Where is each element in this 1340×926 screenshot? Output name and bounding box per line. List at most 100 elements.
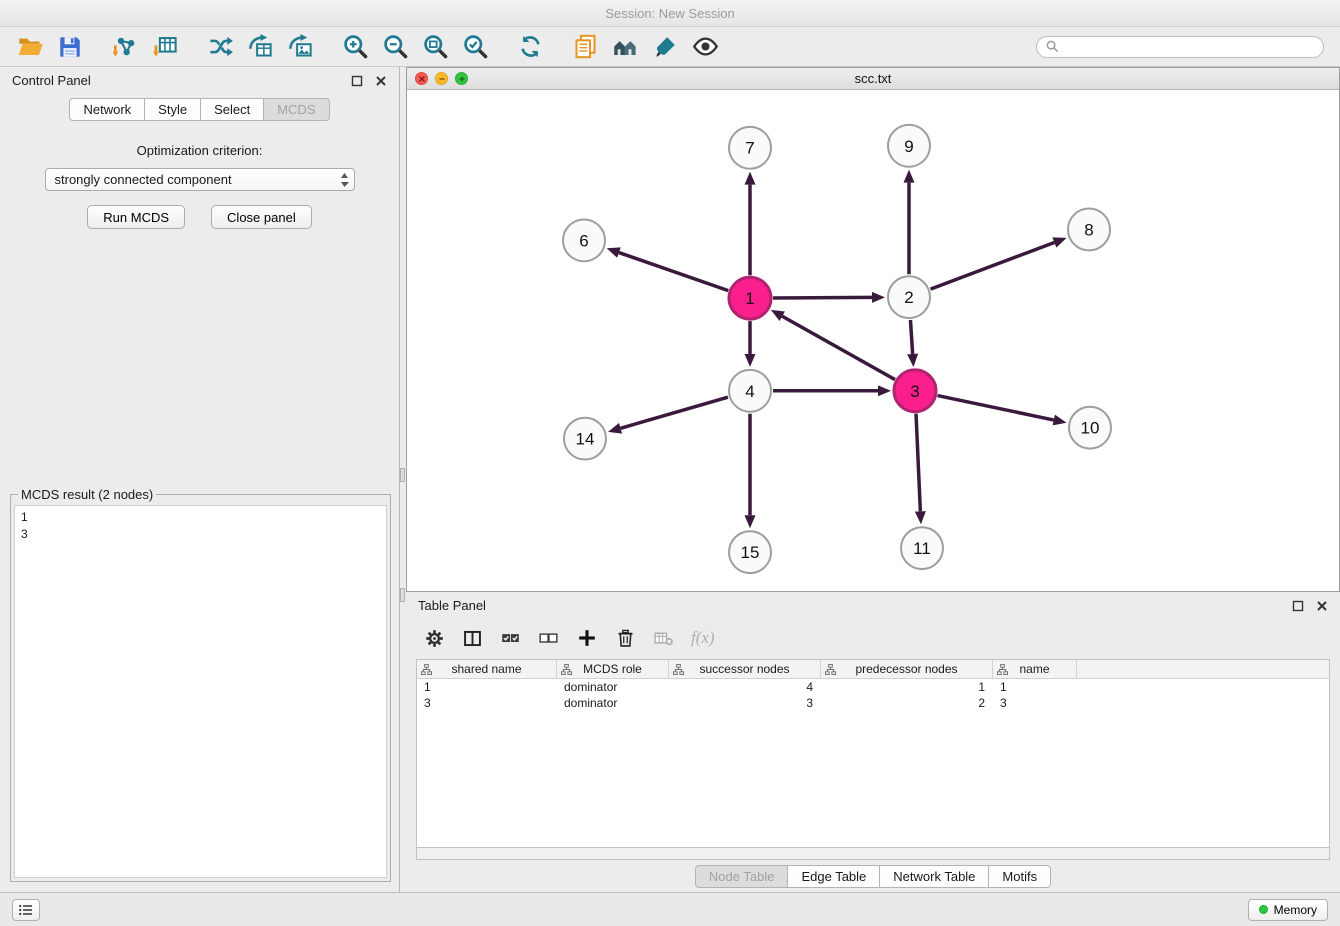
table-row[interactable]: 1dominator411 bbox=[417, 679, 1329, 695]
graph-node-9[interactable]: 9 bbox=[888, 125, 930, 167]
control-panel-tabs: NetworkStyleSelectMCDS bbox=[0, 98, 399, 121]
mcds-result-list[interactable]: 13 bbox=[14, 505, 387, 878]
graph-node-15[interactable]: 15 bbox=[729, 531, 771, 573]
table-row[interactable]: 3dominator323 bbox=[417, 695, 1329, 711]
edge-arrowhead bbox=[1052, 237, 1066, 247]
table-cell: 2 bbox=[821, 696, 993, 710]
dropdown-stepper-icon bbox=[340, 172, 349, 191]
node-label: 6 bbox=[579, 231, 588, 250]
graph-node-10[interactable]: 10 bbox=[1069, 407, 1111, 449]
graph-node-2[interactable]: 2 bbox=[888, 276, 930, 318]
edge-2-3[interactable] bbox=[910, 320, 912, 354]
column-type-icon bbox=[825, 664, 836, 675]
column-header-mcds-role[interactable]: MCDS role bbox=[557, 660, 669, 678]
table-panel-tabs: Node TableEdge TableNetwork TableMotifs bbox=[406, 860, 1340, 892]
show-columns-button[interactable] bbox=[462, 628, 483, 649]
open-session-button[interactable] bbox=[10, 30, 50, 64]
memory-button[interactable]: Memory bbox=[1248, 899, 1328, 921]
tab-network-table[interactable]: Network Table bbox=[879, 865, 989, 888]
float-table-panel-icon[interactable] bbox=[1292, 600, 1304, 612]
table-mode-button[interactable] bbox=[424, 628, 445, 649]
style-button[interactable] bbox=[645, 30, 685, 64]
graph-node-3[interactable]: 3 bbox=[894, 370, 936, 412]
import-table-button[interactable] bbox=[145, 30, 185, 64]
close-window-button[interactable] bbox=[415, 72, 428, 85]
edge-2-8[interactable] bbox=[931, 242, 1055, 289]
close-panel-icon[interactable] bbox=[375, 75, 387, 87]
zoom-fit-button[interactable] bbox=[415, 30, 455, 64]
tab-node-table[interactable]: Node Table bbox=[695, 865, 789, 888]
tab-select[interactable]: Select bbox=[200, 98, 264, 121]
memory-label: Memory bbox=[1274, 903, 1317, 917]
run-mcds-button[interactable]: Run MCDS bbox=[87, 205, 185, 229]
import-network-icon bbox=[112, 33, 139, 60]
optimization-label: Optimization criterion: bbox=[0, 143, 399, 158]
select-all-rows-button[interactable] bbox=[500, 628, 521, 649]
edge-arrowhead bbox=[745, 354, 756, 367]
vertical-splitter-grip[interactable] bbox=[400, 588, 405, 602]
node-label: 3 bbox=[910, 382, 919, 401]
graph-node-4[interactable]: 4 bbox=[729, 370, 771, 412]
network-to-table-icon bbox=[247, 33, 274, 60]
graph-node-14[interactable]: 14 bbox=[564, 418, 606, 460]
float-panel-icon[interactable] bbox=[351, 75, 363, 87]
delete-table-button[interactable] bbox=[653, 628, 674, 649]
table-cell: 1 bbox=[993, 680, 1077, 694]
delete-column-button[interactable] bbox=[615, 628, 636, 649]
show-panels-button[interactable] bbox=[12, 899, 40, 921]
zoom-out-button[interactable] bbox=[375, 30, 415, 64]
column-header-predecessor-nodes[interactable]: predecessor nodes bbox=[821, 660, 993, 678]
graph-node-7[interactable]: 7 bbox=[729, 127, 771, 169]
edge-1-6[interactable] bbox=[619, 253, 728, 291]
tab-mcds[interactable]: MCDS bbox=[263, 98, 329, 121]
fx-icon: f(x) bbox=[691, 628, 715, 648]
import-network-button[interactable] bbox=[105, 30, 145, 64]
zoom-in-button[interactable] bbox=[335, 30, 375, 64]
add-column-button[interactable] bbox=[576, 627, 598, 649]
window-title: Session: New Session bbox=[605, 6, 734, 21]
edge-3-10[interactable] bbox=[938, 396, 1054, 420]
save-session-button[interactable] bbox=[50, 30, 90, 64]
edge-arrowhead bbox=[878, 385, 891, 396]
tab-style[interactable]: Style bbox=[144, 98, 201, 121]
copy-view-button[interactable] bbox=[565, 30, 605, 64]
search-input[interactable] bbox=[1065, 39, 1314, 54]
close-table-panel-icon[interactable] bbox=[1316, 600, 1328, 612]
network-edit-button[interactable] bbox=[200, 30, 240, 64]
column-header-name[interactable]: name bbox=[993, 660, 1077, 678]
unchecked-boxes-icon bbox=[538, 628, 559, 649]
graph-node-6[interactable]: 6 bbox=[563, 219, 605, 261]
function-builder-button[interactable]: f(x) bbox=[691, 628, 715, 648]
tab-motifs[interactable]: Motifs bbox=[988, 865, 1051, 888]
edge-3-1[interactable] bbox=[782, 316, 895, 379]
maximize-window-button[interactable] bbox=[455, 72, 468, 85]
graph-node-1[interactable]: 1 bbox=[729, 277, 771, 319]
column-header-shared-name[interactable]: shared name bbox=[417, 660, 557, 678]
node-label: 4 bbox=[745, 382, 754, 401]
table-horizontal-scrollbar[interactable] bbox=[416, 848, 1330, 860]
copy-document-icon bbox=[572, 33, 599, 60]
show-hide-button[interactable] bbox=[685, 30, 725, 64]
minimize-window-button[interactable] bbox=[435, 72, 448, 85]
delete-table-icon bbox=[653, 628, 674, 649]
tab-edge-table[interactable]: Edge Table bbox=[787, 865, 880, 888]
apply-layout-button[interactable] bbox=[510, 30, 550, 64]
network-table-button[interactable] bbox=[240, 30, 280, 64]
zoom-selected-button[interactable] bbox=[455, 30, 495, 64]
export-image-button[interactable] bbox=[280, 30, 320, 64]
network-graph-canvas[interactable]: 7 9 6 8 1 2 4 3 14 10 15 11 bbox=[407, 90, 1339, 591]
graph-node-8[interactable]: 8 bbox=[1068, 209, 1110, 251]
column-header-successor-nodes[interactable]: successor nodes bbox=[669, 660, 821, 678]
deselect-all-rows-button[interactable] bbox=[538, 628, 559, 649]
tab-network[interactable]: Network bbox=[69, 98, 145, 121]
close-panel-button[interactable]: Close panel bbox=[211, 205, 312, 229]
graph-node-11[interactable]: 11 bbox=[901, 527, 943, 569]
edge-4-14[interactable] bbox=[621, 397, 728, 428]
edge-1-2[interactable] bbox=[773, 297, 872, 298]
optimization-dropdown[interactable]: strongly connected component bbox=[45, 168, 355, 191]
houses-icon bbox=[612, 33, 639, 60]
overview-button[interactable] bbox=[605, 30, 645, 64]
control-panel: Control Panel NetworkStyleSelectMCDS Opt… bbox=[0, 67, 400, 892]
edge-3-11[interactable] bbox=[916, 414, 920, 512]
vertical-splitter-grip[interactable] bbox=[400, 468, 405, 482]
